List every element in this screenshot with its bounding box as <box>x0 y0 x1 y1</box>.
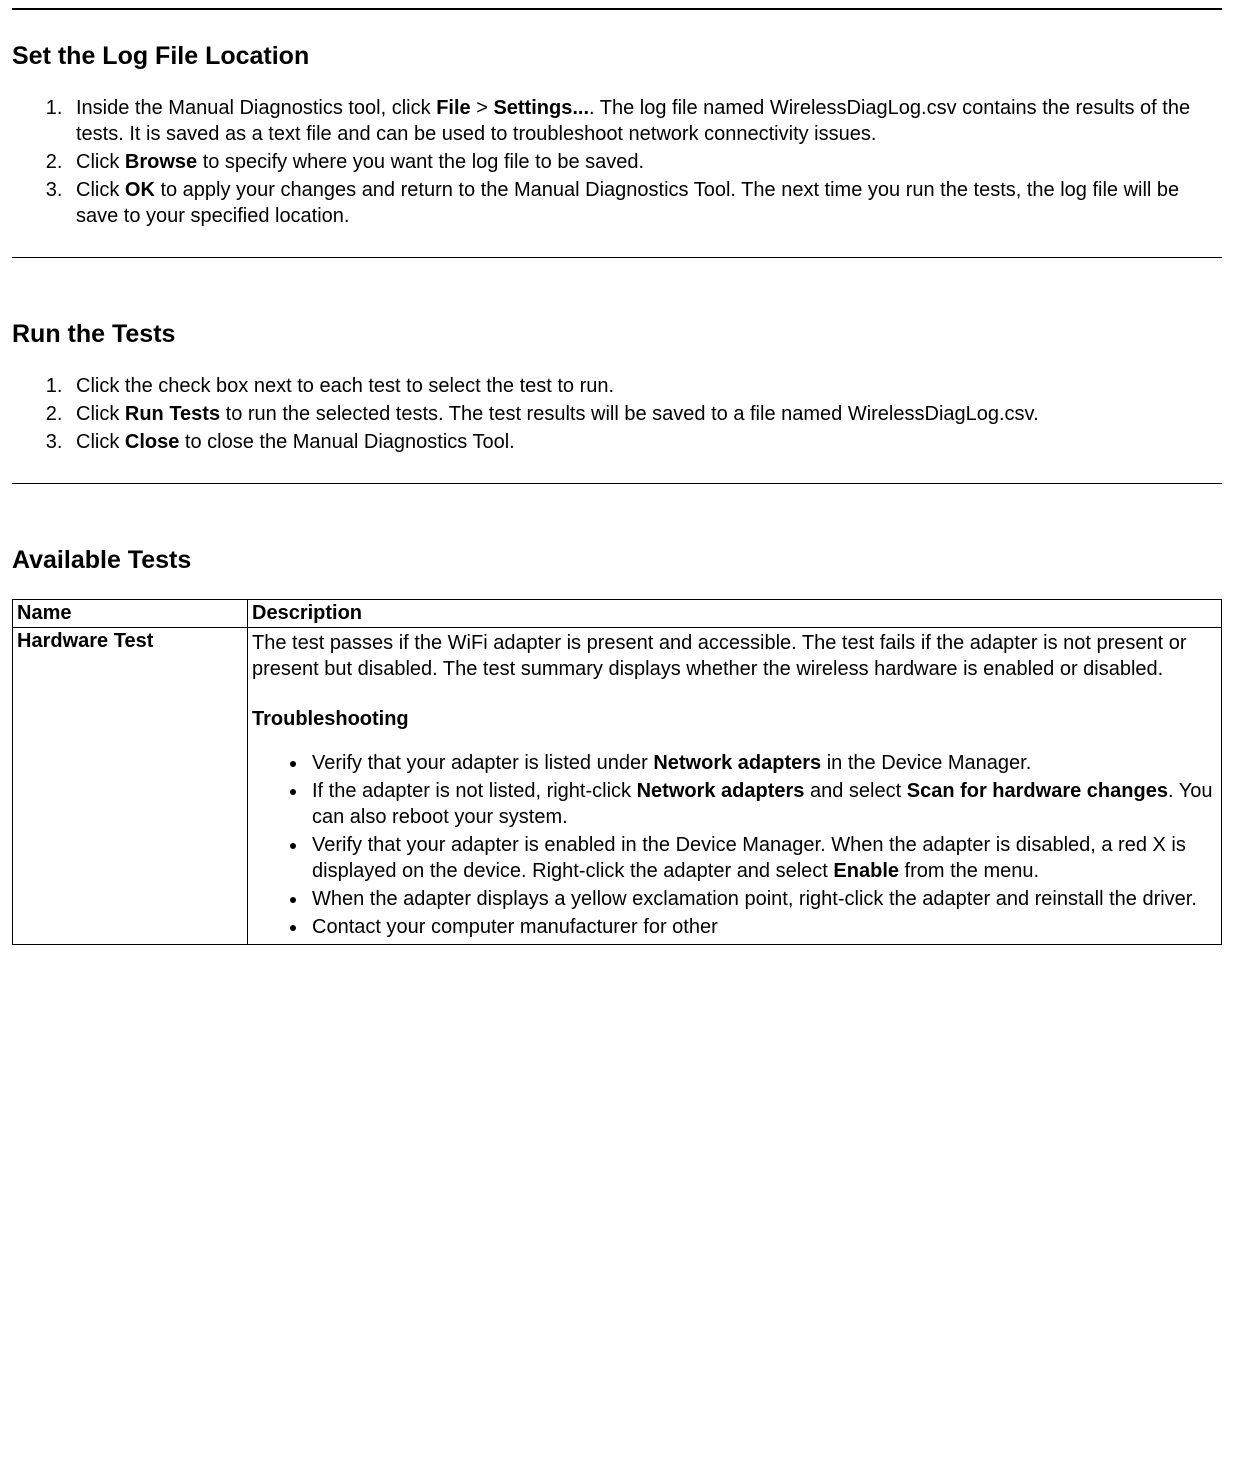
table-row: Hardware Test The test passes if the WiF… <box>13 628 1222 945</box>
column-header-description: Description <box>248 600 1222 628</box>
heading-run-the-tests: Run the Tests <box>12 320 1222 349</box>
available-tests-table: Name Description Hardware Test The test … <box>12 599 1222 945</box>
list-item: Click the check box next to each test to… <box>68 373 1222 399</box>
troubleshooting-list: Verify that your adapter is listed under… <box>252 750 1217 940</box>
list-item: Verify that your adapter is listed under… <box>308 750 1217 776</box>
list-item: Click Close to close the Manual Diagnost… <box>68 429 1222 455</box>
column-header-name: Name <box>13 600 248 628</box>
cell-test-name: Hardware Test <box>13 628 248 945</box>
ordered-list-set-log-file: Inside the Manual Diagnostics tool, clic… <box>12 95 1222 229</box>
list-item: If the adapter is not listed, right-clic… <box>308 778 1217 830</box>
divider-top <box>12 8 1222 10</box>
list-item: Click Run Tests to run the selected test… <box>68 401 1222 427</box>
list-item: When the adapter displays a yellow excla… <box>308 886 1217 912</box>
troubleshooting-subheading: Troubleshooting <box>252 706 1217 732</box>
ordered-list-run-tests: Click the check box next to each test to… <box>12 373 1222 455</box>
list-item: Inside the Manual Diagnostics tool, clic… <box>68 95 1222 147</box>
heading-available-tests: Available Tests <box>12 546 1222 575</box>
list-item: Contact your computer manufacturer for o… <box>308 914 1217 940</box>
cell-test-description: The test passes if the WiFi adapter is p… <box>248 628 1222 945</box>
table-header-row: Name Description <box>13 600 1222 628</box>
heading-set-log-file-location: Set the Log File Location <box>12 42 1222 71</box>
list-item: Click OK to apply your changes and retur… <box>68 177 1222 229</box>
description-summary: The test passes if the WiFi adapter is p… <box>252 630 1217 682</box>
list-item: Click Browse to specify where you want t… <box>68 149 1222 175</box>
list-item: Verify that your adapter is enabled in t… <box>308 832 1217 884</box>
